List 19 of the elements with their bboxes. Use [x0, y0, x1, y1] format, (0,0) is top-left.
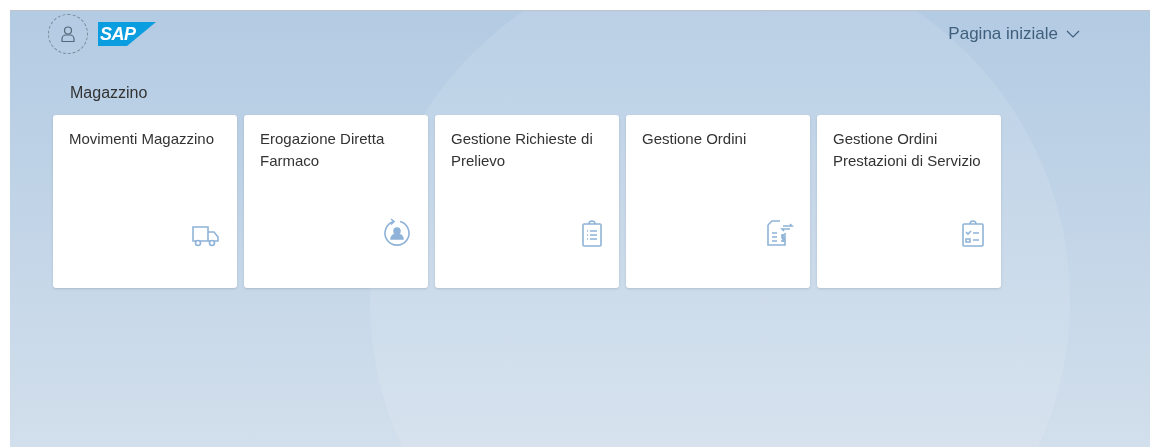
app-tile[interactable]: Movimenti Magazzino: [53, 115, 237, 288]
invoice-exchange-icon: [764, 218, 794, 248]
tile-title: Gestione Richieste di Prelievo: [451, 129, 594, 171]
app-tile[interactable]: Gestione Ordini: [626, 115, 810, 288]
tile-title: Erogazione Diretta Farmaco: [260, 129, 386, 171]
tile-title: Gestione Ordini: [642, 129, 747, 149]
tile-title: Gestione Ordini Prestazioni di Servizio: [833, 129, 982, 171]
tile-title: Movimenti Magazzino: [69, 129, 215, 149]
app-tile[interactable]: Gestione Ordini Prestazioni di Servizio: [817, 115, 1001, 288]
person-cycle-icon: [382, 218, 412, 248]
clipboard-icon: [581, 220, 603, 248]
app-tile[interactable]: Gestione Richieste di Prelievo: [435, 115, 619, 288]
sap-logo: SAP: [98, 22, 156, 46]
home-page-menu[interactable]: Pagina iniziale: [948, 21, 1080, 47]
chevron-down-icon: [1066, 30, 1080, 38]
checklist-icon: [961, 220, 985, 248]
truck-icon: [191, 224, 221, 248]
app-tile[interactable]: Erogazione Diretta Farmaco: [244, 115, 428, 288]
group-title: Magazzino: [70, 83, 148, 103]
